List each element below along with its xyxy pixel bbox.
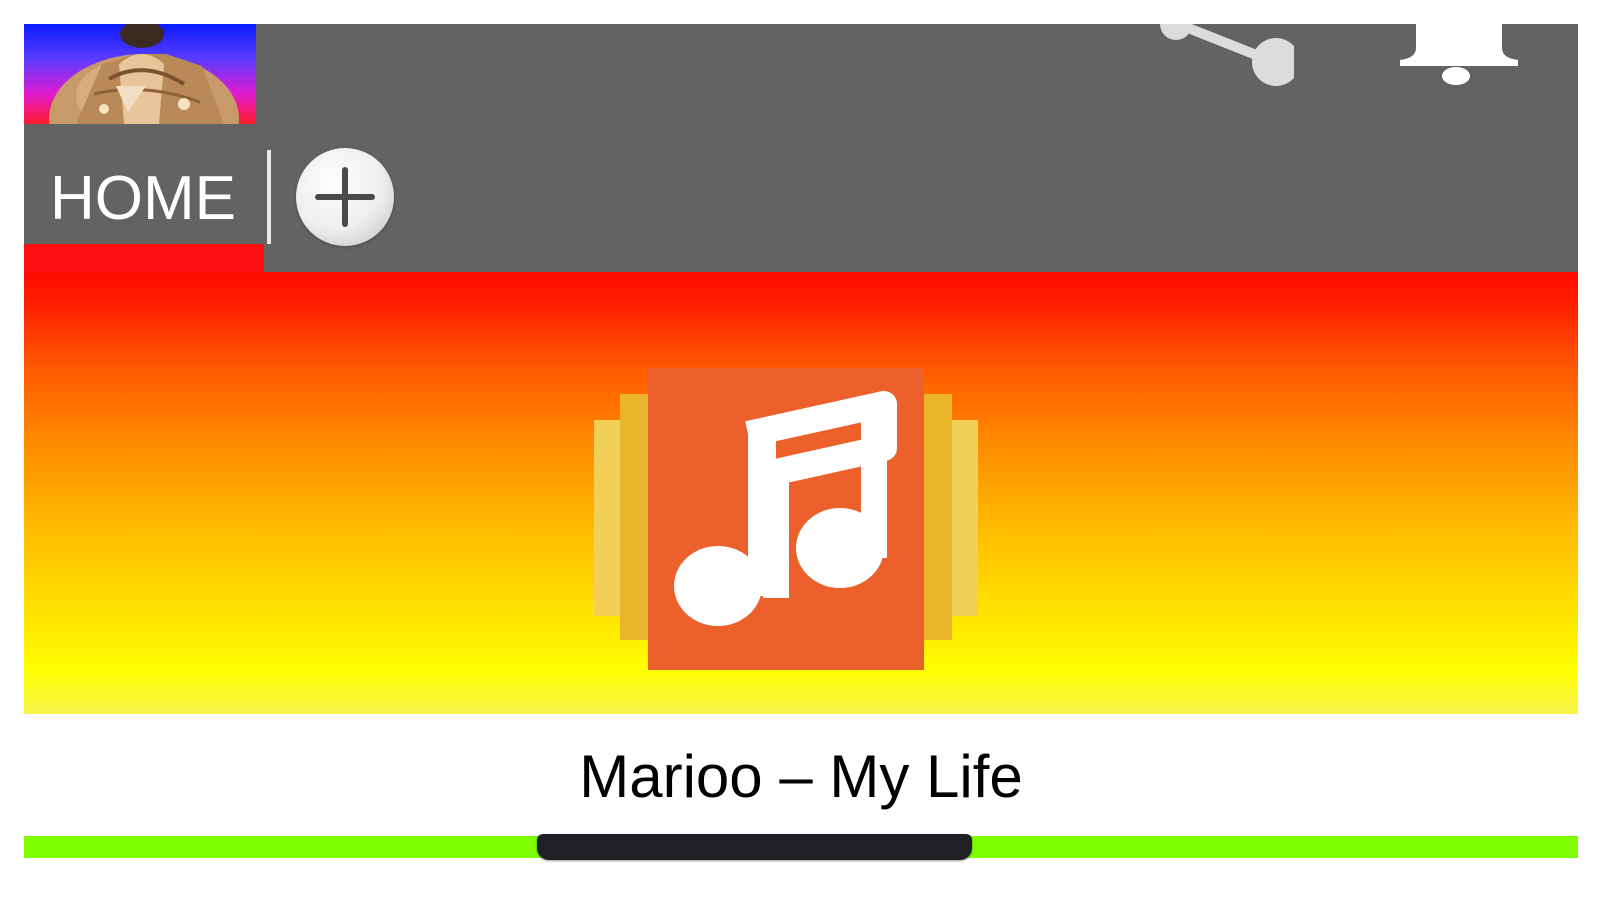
tab-divider: [267, 150, 271, 244]
now-playing-artwork-area: [24, 272, 1578, 714]
music-note-icon: [674, 391, 897, 626]
bell-icon[interactable]: [1394, 24, 1524, 90]
tab-active-indicator: [24, 244, 264, 272]
art-layer-front: [648, 368, 924, 670]
music-album-art: [594, 368, 978, 670]
tab-home[interactable]: HOME: [24, 124, 264, 272]
track-title: Marioo – My Life: [579, 743, 1023, 810]
share-icon[interactable]: [1154, 8, 1300, 94]
progress-thumb[interactable]: [536, 834, 972, 860]
add-tab-button[interactable]: [296, 148, 394, 246]
top-bar: HOME: [24, 8, 1578, 272]
progress-bar[interactable]: [24, 834, 1578, 860]
artist-avatar[interactable]: [24, 24, 256, 124]
tab-home-label: HOME: [50, 164, 236, 233]
plus-icon: [315, 167, 375, 227]
app-window: HOME Marioo – My Life: [24, 8, 1578, 882]
